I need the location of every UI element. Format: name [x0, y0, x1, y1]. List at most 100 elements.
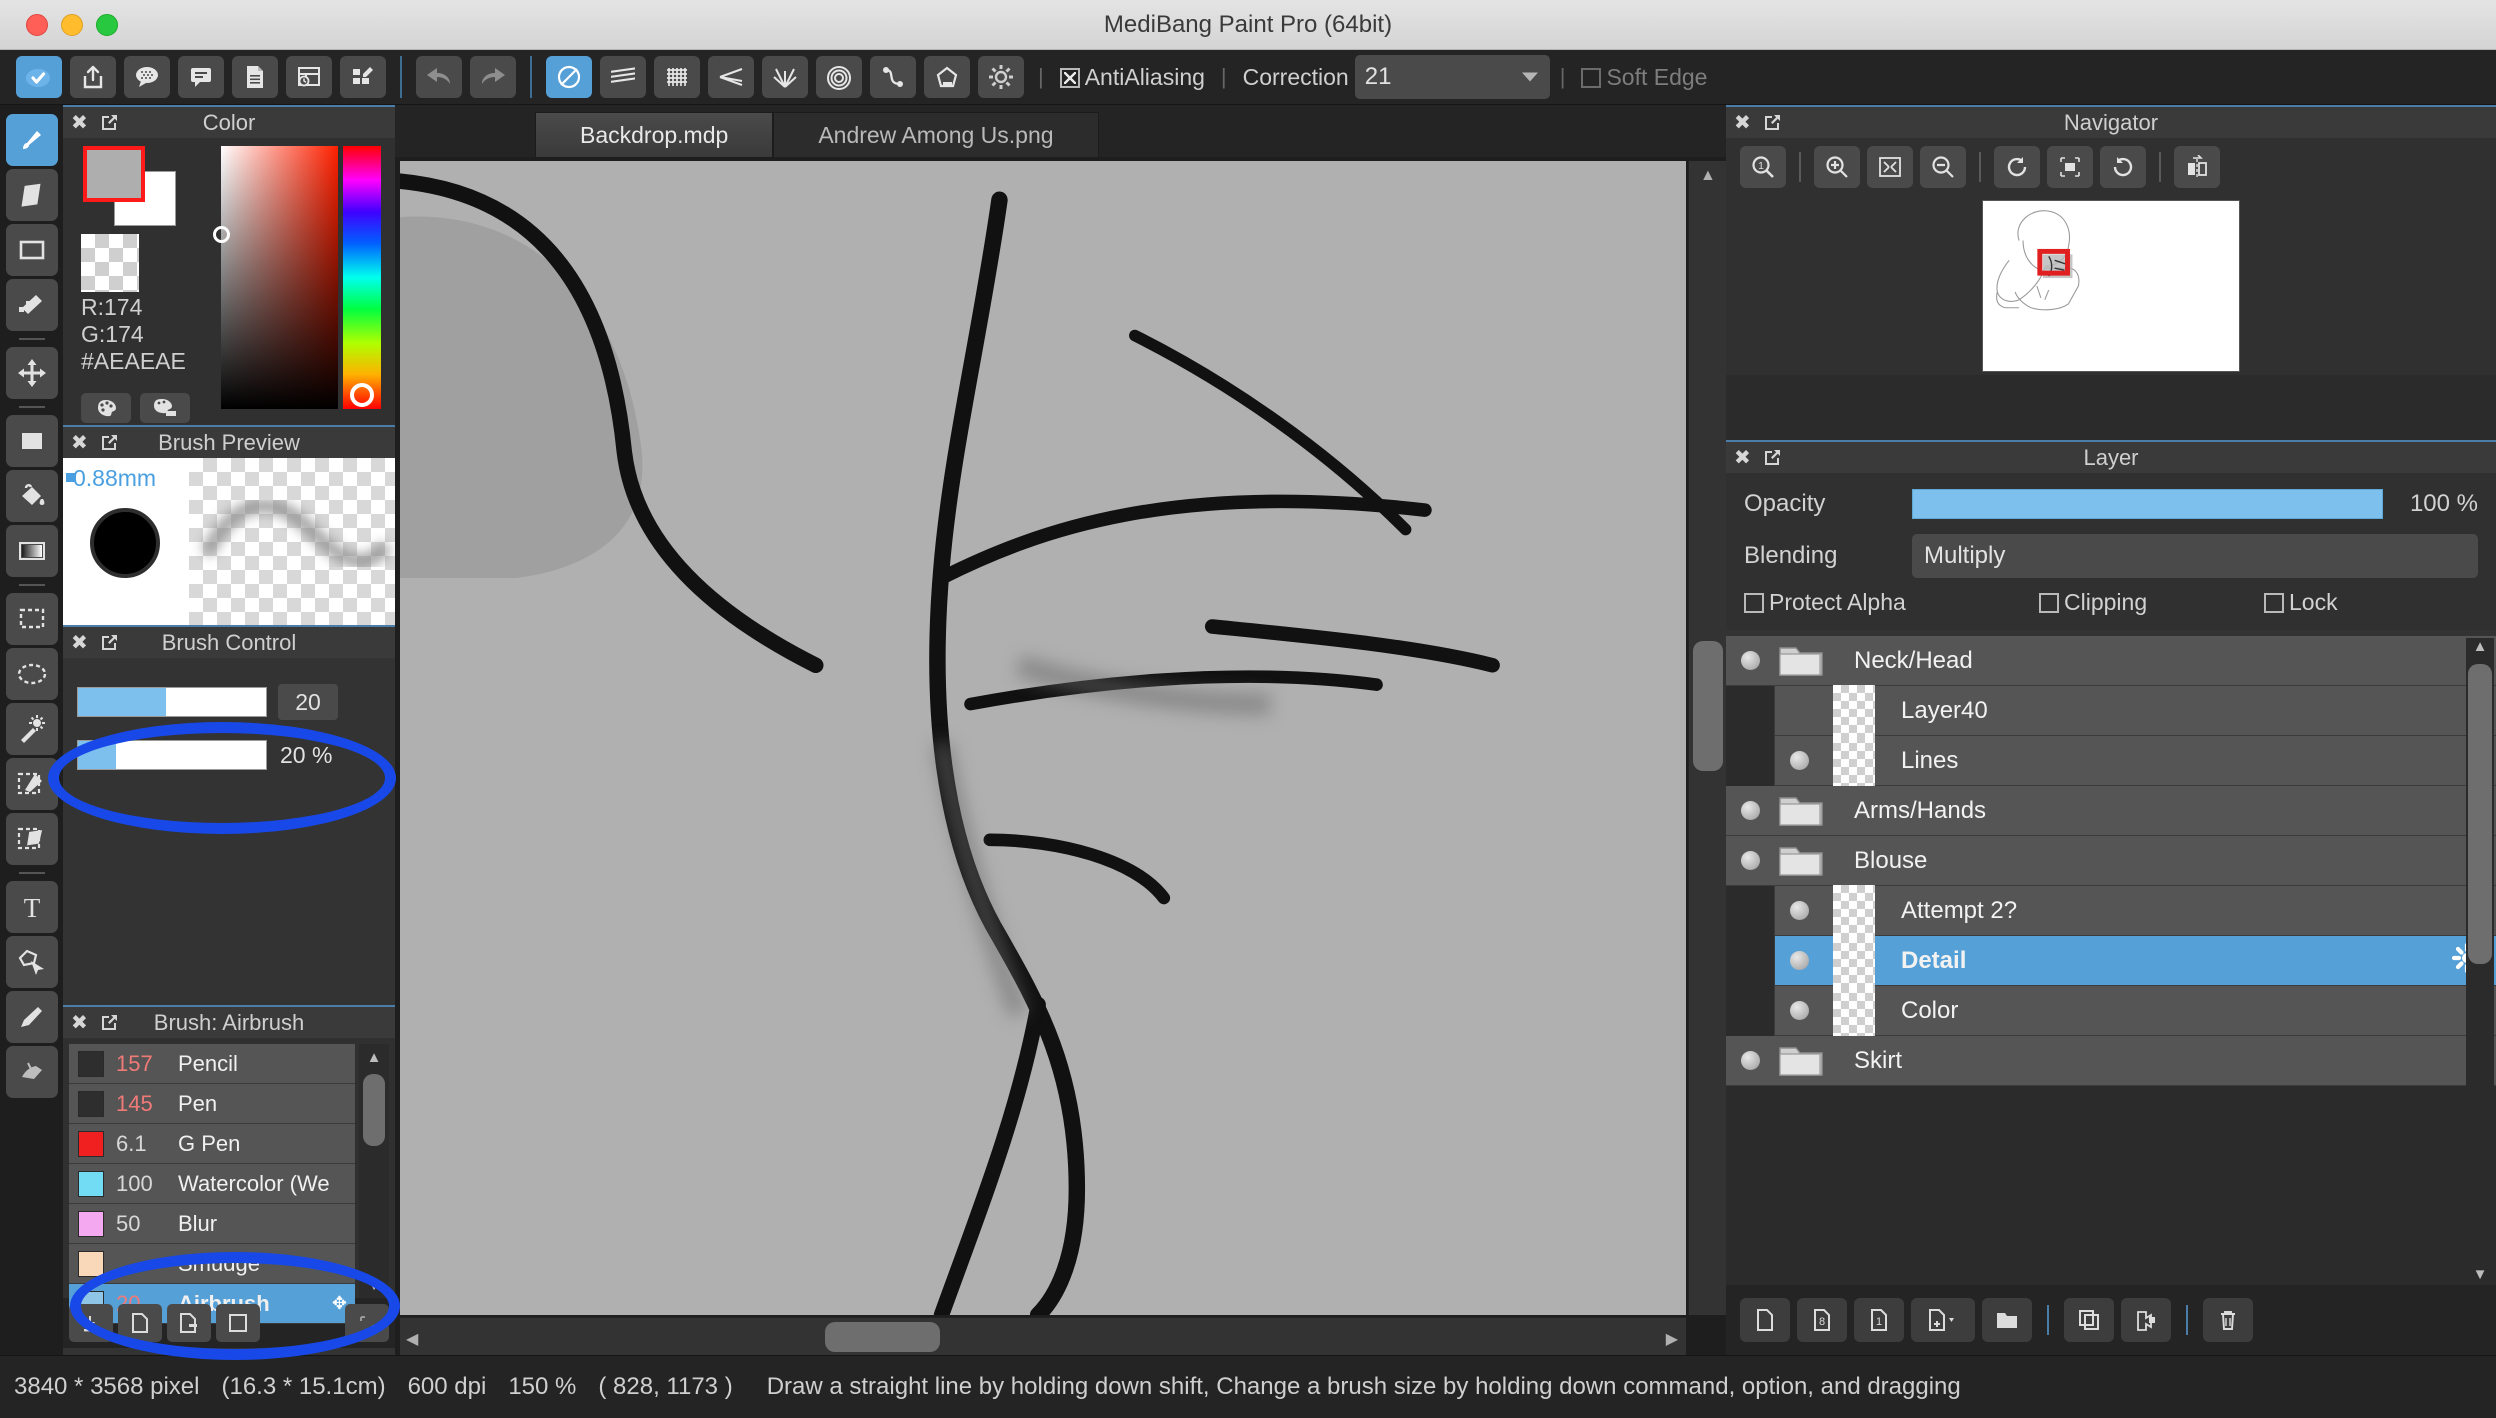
clipping-checkbox[interactable]	[2039, 592, 2059, 613]
close-icon[interactable]: ✖	[1734, 448, 1751, 468]
antialiasing-checkbox[interactable]	[1059, 67, 1080, 88]
popout-icon[interactable]	[1763, 114, 1781, 132]
curve-icon[interactable]	[870, 56, 916, 98]
layer-visibility-toggle[interactable]	[1775, 751, 1823, 770]
brush-list-item[interactable]: Smudge	[69, 1244, 355, 1284]
parallel-lines-icon[interactable]	[600, 56, 646, 98]
perspective-icon[interactable]	[708, 56, 754, 98]
protect-alpha-toggle[interactable]: Protect Alpha	[1744, 589, 2039, 616]
scrollbar-thumb[interactable]	[363, 1074, 385, 1146]
share-upload-icon[interactable]	[70, 56, 116, 98]
drawing-canvas[interactable]	[400, 161, 1686, 1315]
horizontal-scrollbar-thumb[interactable]	[825, 1322, 940, 1352]
brush-list-item[interactable]: 50 Blur	[69, 1204, 355, 1244]
zoom-out-icon[interactable]	[1920, 146, 1966, 188]
shape-tool[interactable]	[5, 224, 58, 276]
layer-row[interactable]: Detail	[1774, 934, 2496, 987]
add-folder-icon[interactable]	[1982, 1298, 2032, 1342]
close-icon[interactable]: ✖	[71, 113, 88, 133]
brush-list-item[interactable]: 157 Pencil	[69, 1044, 355, 1084]
brush-opacity-slider[interactable]	[77, 740, 267, 770]
add-layer-icon[interactable]	[1740, 1298, 1790, 1342]
popout-icon[interactable]	[1763, 449, 1781, 467]
scrollbar-thumb[interactable]	[2468, 664, 2492, 964]
soft-edge-checkbox[interactable]	[1581, 67, 1602, 88]
brush-list-scrollbar[interactable]: ▲ ▼	[359, 1044, 389, 1298]
transform-tool[interactable]	[5, 936, 58, 988]
saturation-value-picker[interactable]	[213, 146, 338, 409]
zoom-actual-size-icon[interactable]: 1	[1740, 146, 1786, 188]
close-icon[interactable]: ✖	[71, 633, 88, 653]
transparent-swatch[interactable]	[81, 234, 139, 292]
layer-visibility-toggle[interactable]	[1726, 851, 1774, 870]
navigator-thumbnail[interactable]	[1982, 199, 2240, 372]
scroll-up-icon[interactable]: ▲	[359, 1044, 389, 1070]
cloud-check-icon[interactable]	[16, 56, 62, 98]
no-correction-icon[interactable]	[546, 56, 592, 98]
lock-checkbox[interactable]	[2264, 592, 2284, 613]
palette-list-icon[interactable]	[140, 393, 190, 423]
select-pen-tool[interactable]	[5, 758, 58, 810]
close-icon[interactable]: ✖	[71, 1013, 88, 1033]
scroll-down-icon[interactable]: ▼	[359, 1272, 389, 1298]
gradient-tool[interactable]	[5, 525, 58, 577]
rect-select-tool[interactable]	[5, 593, 58, 645]
radial-lines-icon[interactable]	[762, 56, 808, 98]
hue-slider[interactable]	[343, 146, 381, 409]
brush-settings-icon[interactable]	[216, 1304, 260, 1342]
rotate-left-icon[interactable]	[1994, 146, 2040, 188]
close-icon[interactable]: ✖	[71, 433, 88, 453]
redo-icon[interactable]	[470, 56, 516, 98]
scroll-right-icon[interactable]: ▶	[1666, 1329, 1678, 1349]
close-icon[interactable]: ✖	[1734, 113, 1751, 133]
layer-list-scrollbar[interactable]: ▲ ▼	[2466, 638, 2494, 1283]
brush-size-slider[interactable]	[77, 687, 267, 717]
scroll-down-icon[interactable]: ▼	[2466, 1266, 2494, 1283]
comment-icon[interactable]	[178, 56, 224, 98]
blending-dropdown[interactable]: Multiply	[1912, 534, 2478, 578]
scroll-up-icon[interactable]: ▲	[1700, 167, 1716, 185]
delete-layer-icon[interactable]	[2203, 1298, 2253, 1342]
bucket-tool[interactable]	[5, 470, 58, 522]
brush-list-item[interactable]: 100 Watercolor (We	[69, 1164, 355, 1204]
lasso-select-tool[interactable]	[5, 648, 58, 700]
popout-icon[interactable]	[100, 114, 118, 132]
brush-size-input[interactable]: 20	[278, 684, 338, 720]
document-tab[interactable]: Backdrop.mdp	[535, 112, 774, 157]
comic-speech-icon[interactable]	[124, 56, 170, 98]
color-swatches[interactable]	[81, 146, 186, 228]
magic-wand-tool[interactable]	[5, 703, 58, 755]
history-panel-icon[interactable]	[286, 56, 332, 98]
scroll-left-icon[interactable]: ◀	[406, 1329, 418, 1349]
palette-icon[interactable]	[81, 393, 131, 423]
rotate-right-icon[interactable]	[2100, 146, 2146, 188]
correction-dropdown[interactable]: 21	[1354, 55, 1550, 99]
undo-icon[interactable]	[416, 56, 462, 98]
duplicate-layer-icon[interactable]	[2064, 1298, 2114, 1342]
fit-to-screen-icon[interactable]	[1867, 146, 1913, 188]
gear-icon[interactable]	[978, 56, 1024, 98]
tiles-edit-icon[interactable]	[340, 56, 386, 98]
vertical-scrollbar-thumb[interactable]	[1693, 641, 1723, 771]
new-brush-icon[interactable]	[118, 1304, 162, 1342]
grid-icon[interactable]	[654, 56, 700, 98]
layer-visibility-toggle[interactable]	[1726, 651, 1774, 670]
scroll-up-icon[interactable]: ▲	[2466, 638, 2494, 655]
layer-row[interactable]: Attempt 2?	[1774, 884, 2496, 937]
document-tab[interactable]: Andrew Among Us.png	[773, 112, 1099, 157]
merge-layer-icon[interactable]	[2121, 1298, 2171, 1342]
polygon-ruler-icon[interactable]	[924, 56, 970, 98]
soft-edge-toggle[interactable]: Soft Edge	[1581, 64, 1707, 91]
layer-visibility-toggle[interactable]	[1775, 951, 1823, 970]
add-8bit-layer-icon[interactable]: 8	[1797, 1298, 1847, 1342]
pen-tool[interactable]	[5, 279, 58, 331]
hand-tool[interactable]	[5, 1046, 58, 1098]
layer-row[interactable]: Layer40	[1774, 684, 2496, 737]
fill-rect-tool[interactable]	[5, 415, 58, 467]
layer-visibility-toggle[interactable]	[1726, 801, 1774, 820]
popout-icon[interactable]	[100, 634, 118, 652]
brush-list-item[interactable]: 145 Pen	[69, 1084, 355, 1124]
popout-icon[interactable]	[100, 1014, 118, 1032]
add-1bit-layer-icon[interactable]: 1	[1854, 1298, 1904, 1342]
antialiasing-toggle[interactable]: AntiAliasing	[1059, 64, 1205, 91]
